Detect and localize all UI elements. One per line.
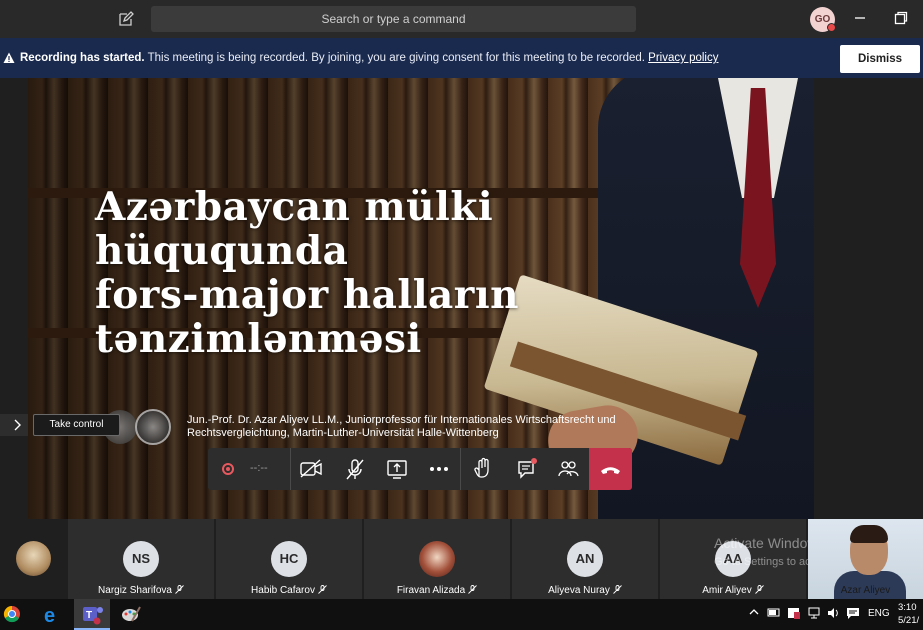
teams-icon: T: [83, 607, 103, 625]
participant-tile[interactable]: NS Nargiz Sharifova: [68, 519, 214, 599]
self-video-tile[interactable]: Azar Aliyev: [808, 519, 923, 599]
volume-icon[interactable]: [826, 606, 840, 620]
author-line: Jun.-Prof. Dr. Azar Aliyev LL.M., Junior…: [187, 414, 616, 426]
participant-avatar: AN: [567, 541, 603, 577]
system-clock[interactable]: 3:10 5/21/: [898, 601, 919, 627]
expand-panel-button[interactable]: [0, 414, 28, 436]
svg-text:T: T: [86, 610, 92, 621]
slide-title-line: Azərbaycan mülki hüququnda: [95, 184, 494, 274]
restore-icon[interactable]: [894, 11, 908, 25]
mic-muted-icon: [754, 585, 764, 594]
paint-icon[interactable]: [112, 599, 148, 630]
edge-icon[interactable]: e: [36, 599, 72, 630]
phone-hangup-icon: [601, 467, 620, 474]
divider: [290, 448, 291, 490]
input-language[interactable]: ENG: [868, 608, 890, 619]
more-options-icon[interactable]: [426, 448, 452, 490]
participant-name-text: Aliyeva Nuray: [548, 585, 610, 596]
notifications-icon[interactable]: [846, 606, 860, 620]
network-icon[interactable]: [807, 606, 821, 620]
mic-muted-icon: [468, 585, 478, 594]
security-alert-icon[interactable]: [787, 606, 801, 620]
title-bar: Search or type a command GO: [0, 0, 923, 38]
warning-icon: [3, 52, 15, 63]
call-toolbar: --:--: [208, 448, 632, 490]
participant-avatar: HC: [271, 541, 307, 577]
participant-name: Nargiz Sharifova: [68, 585, 214, 596]
status-dot: [827, 23, 836, 32]
recording-banner: Recording has started. This meeting is b…: [0, 38, 923, 78]
university-seal-logo: [135, 409, 171, 445]
participant-photo-avatar: [419, 541, 455, 577]
participant-name: Habib Cafarov: [216, 585, 362, 596]
recording-title: Recording has started.: [20, 52, 145, 64]
divider: [460, 448, 461, 490]
chevron-up-icon[interactable]: [748, 606, 760, 618]
camera-off-icon[interactable]: [298, 448, 324, 490]
mic-off-icon[interactable]: [342, 448, 368, 490]
chrome-icon[interactable]: [0, 599, 36, 630]
participants-icon[interactable]: [555, 448, 581, 490]
participant-name-text: Firavan Alizada: [396, 585, 466, 596]
participant-avatar: NS: [123, 541, 159, 577]
slide-title-line: tənzimlənməsi: [95, 316, 422, 362]
svg-text:e: e: [44, 605, 55, 627]
clock-time: 3:10: [898, 602, 917, 613]
participant-name: Aliyeva Nuray: [512, 585, 658, 596]
participant-tile[interactable]: HC Habib Cafarov: [216, 519, 362, 599]
privacy-policy-link[interactable]: Privacy policy: [648, 52, 718, 64]
participant-tile[interactable]: AN Aliyeva Nuray: [512, 519, 658, 599]
share-screen-icon[interactable]: [384, 448, 410, 490]
video-person-hair: [850, 525, 888, 543]
teams-window: Search or type a command GO Recording ha…: [0, 0, 923, 630]
author-line: Rechtsvergleichtung, Martin-Luther-Unive…: [187, 427, 499, 439]
battery-icon[interactable]: [767, 606, 781, 618]
chat-icon[interactable]: [514, 448, 540, 490]
participant-photo-avatar[interactable]: [16, 541, 51, 576]
recording-message: Recording has started. This meeting is b…: [20, 52, 718, 64]
dismiss-button[interactable]: Dismiss: [840, 45, 920, 73]
slide-author: Jun.-Prof. Dr. Azar Aliyev LL.M., Junior…: [187, 414, 657, 440]
self-video-name: Azar Aliyev: [840, 585, 891, 596]
mic-muted-icon: [175, 585, 184, 594]
mic-muted-icon: [318, 585, 327, 594]
slide-title: Azərbaycan mülki hüququnda fors-major ha…: [95, 185, 755, 361]
raise-hand-icon[interactable]: [470, 448, 496, 490]
slide-title-line: fors-major halların: [95, 272, 520, 318]
teams-taskbar-button[interactable]: T: [74, 599, 110, 630]
participant-name: Amir Aliyev: [660, 585, 806, 596]
participant-name: Firavan Alizada: [364, 585, 510, 596]
recording-text: This meeting is being recorded. By joini…: [147, 52, 645, 64]
compose-icon[interactable]: [118, 11, 134, 27]
participant-tile[interactable]: Firavan Alizada: [364, 519, 510, 599]
hang-up-button[interactable]: [589, 448, 632, 490]
take-control-button[interactable]: Take control: [33, 414, 120, 436]
participant-name-text: Habib Cafarov: [251, 585, 315, 596]
call-timer: --:--: [250, 462, 268, 474]
participant-name-text: Nargiz Sharifova: [98, 585, 172, 596]
mic-muted-icon: [613, 585, 622, 594]
participant-name-text: Amir Aliyev: [702, 585, 752, 596]
record-icon: [222, 463, 234, 475]
chevron-right-icon: [14, 419, 21, 431]
clock-date: 5/21/: [898, 615, 920, 626]
search-input[interactable]: Search or type a command: [151, 6, 636, 32]
minimize-icon[interactable]: [853, 11, 867, 25]
recording-indicator: --:--: [208, 448, 290, 490]
